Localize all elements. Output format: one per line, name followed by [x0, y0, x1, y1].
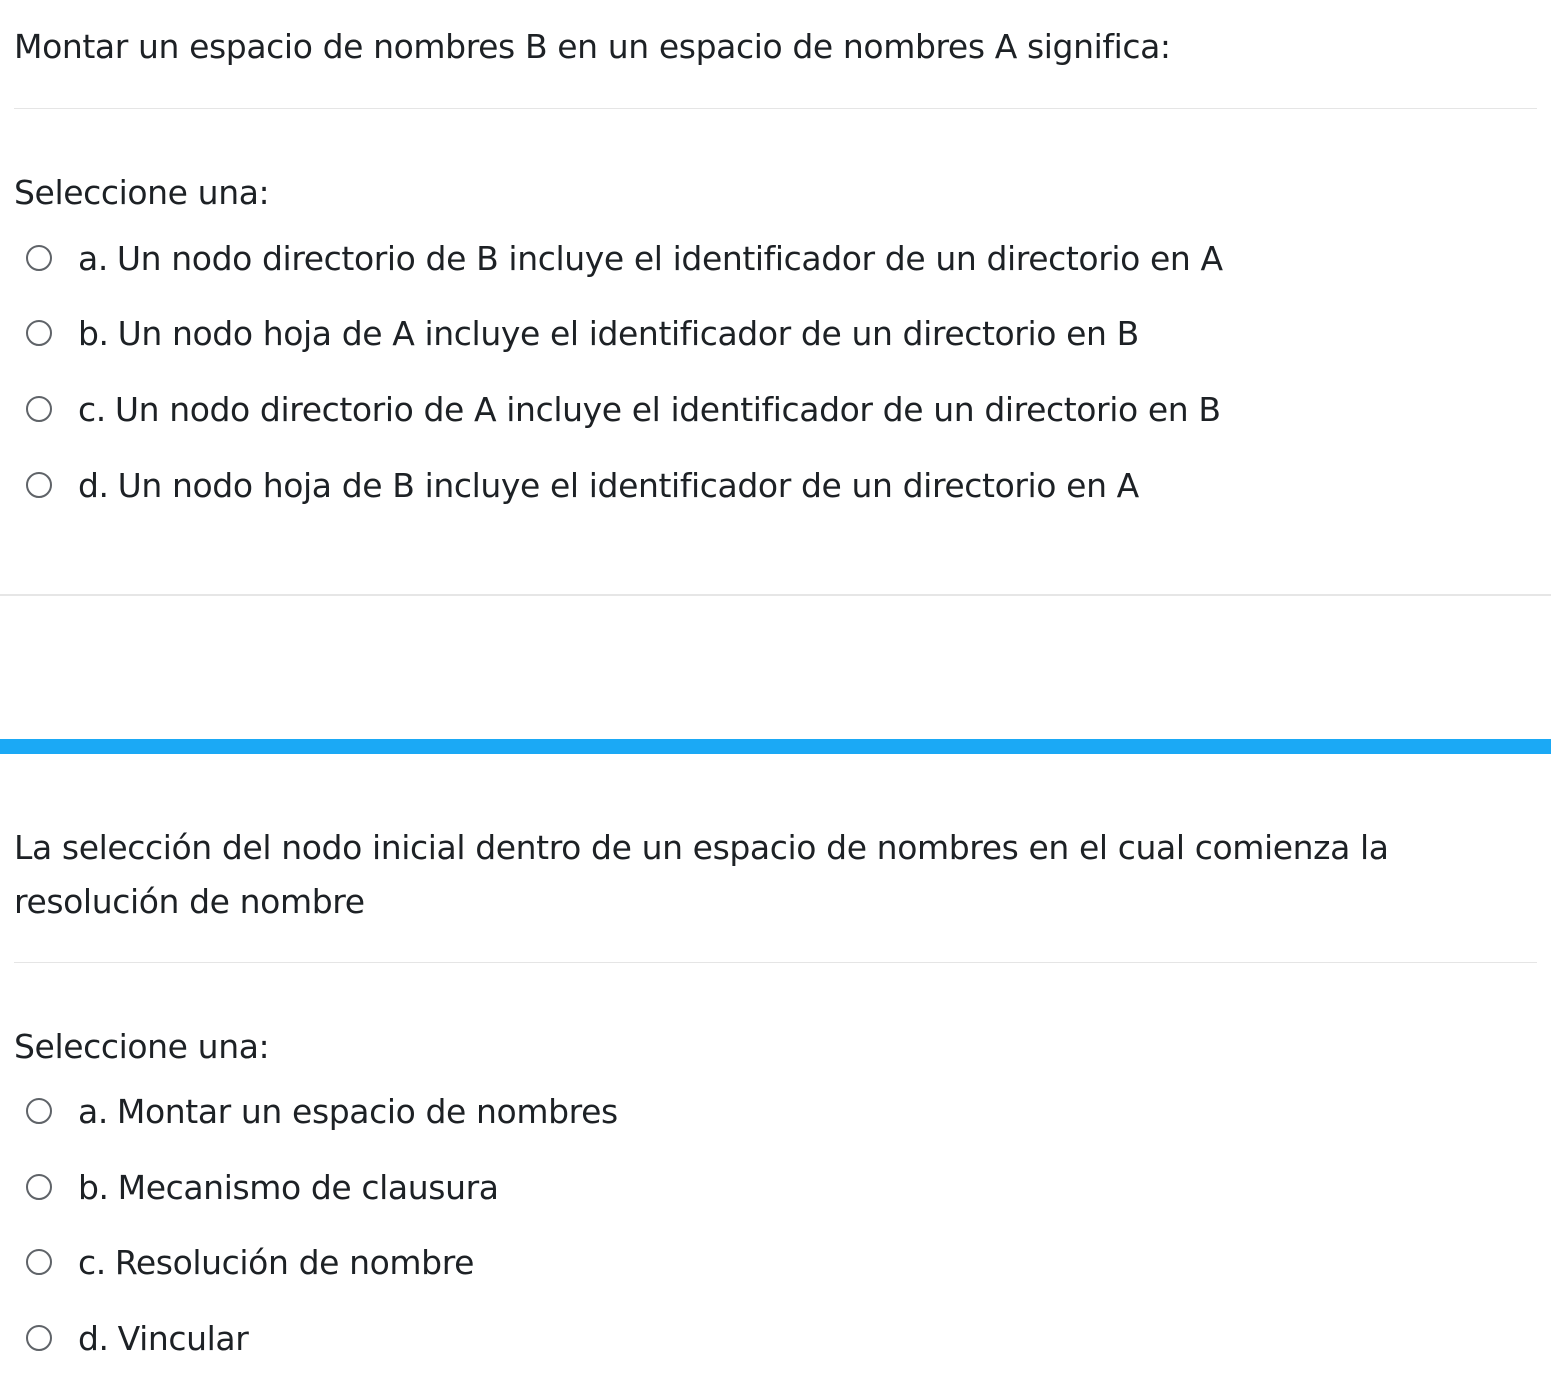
option-letter: c. [78, 389, 106, 429]
radio-button-icon[interactable] [26, 320, 52, 346]
radio-button-icon[interactable] [26, 472, 52, 498]
question-2-option-b[interactable]: b. Mecanismo de clausura [26, 1157, 499, 1217]
radio-button-icon[interactable] [26, 245, 52, 271]
option-letter: a. [78, 1091, 108, 1131]
option-letter: d. [78, 1318, 109, 1358]
question-1-option-d[interactable]: d. Un nodo hoja de B incluye el identifi… [26, 455, 1139, 515]
option-label[interactable]: Un nodo hoja de A incluye el identificad… [118, 314, 1140, 353]
question-1-divider [14, 108, 1537, 109]
question-1-option-c[interactable]: c. Un nodo directorio de A incluye el id… [26, 379, 1221, 439]
option-letter: d. [78, 465, 109, 505]
question-2-text: La selección del nodo inicial dentro de … [14, 828, 1389, 921]
question-1-option-b[interactable]: b. Un nodo hoja de A incluye el identifi… [26, 303, 1139, 363]
option-label[interactable]: Un nodo directorio de A incluye el ident… [115, 390, 1221, 429]
radio-button-icon[interactable] [26, 1098, 52, 1124]
option-label[interactable]: Un nodo directorio de B incluye el ident… [117, 239, 1223, 278]
question-1-bottom-divider [0, 594, 1551, 596]
question-2-prompt: Seleccione una: [14, 1027, 270, 1066]
question-separator-bar [0, 739, 1551, 754]
option-label[interactable]: Mecanismo de clausura [118, 1168, 499, 1207]
radio-button-icon[interactable] [26, 1325, 52, 1351]
question-2-option-d[interactable]: d. Vincular [26, 1308, 249, 1368]
option-letter: c. [78, 1242, 106, 1282]
option-label[interactable]: Un nodo hoja de B incluye el identificad… [118, 466, 1140, 505]
question-1-text: Montar un espacio de nombres B en un esp… [14, 27, 1171, 66]
option-letter: b. [78, 1167, 109, 1207]
radio-button-icon[interactable] [26, 1174, 52, 1200]
option-letter: a. [78, 238, 108, 278]
question-1-prompt: Seleccione una: [14, 173, 270, 212]
option-letter: b. [78, 313, 109, 353]
question-2-divider [14, 962, 1537, 963]
option-label[interactable]: Vincular [118, 1319, 249, 1358]
question-2-option-c[interactable]: c. Resolución de nombre [26, 1232, 474, 1292]
question-1-option-a[interactable]: a. Un nodo directorio de B incluye el id… [26, 228, 1223, 288]
question-2-option-a[interactable]: a. Montar un espacio de nombres [26, 1081, 618, 1141]
radio-button-icon[interactable] [26, 396, 52, 422]
option-label[interactable]: Montar un espacio de nombres [117, 1092, 618, 1131]
radio-button-icon[interactable] [26, 1249, 52, 1275]
option-label[interactable]: Resolución de nombre [115, 1243, 475, 1282]
